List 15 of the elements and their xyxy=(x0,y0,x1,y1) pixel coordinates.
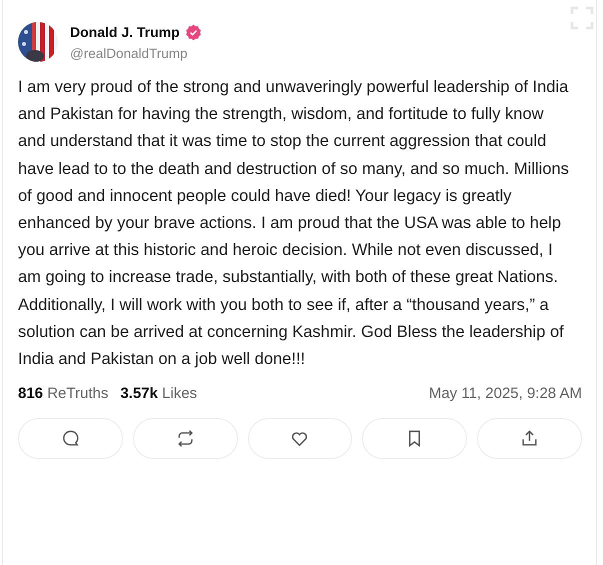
bookmark-button[interactable] xyxy=(362,418,468,460)
expand-icon[interactable] xyxy=(570,6,594,30)
like-button[interactable] xyxy=(248,418,352,460)
repost-button[interactable] xyxy=(132,418,238,460)
repost-icon xyxy=(176,429,195,448)
stat-count[interactable]: 3.57k Likes xyxy=(120,385,198,402)
share-icon xyxy=(520,429,540,448)
reply-button[interactable] xyxy=(18,418,123,460)
post-text: I am very proud of the strong and unwaveringly powerful leadership of India and Pakistan for having the strength, wisdom, and fortitude to fully know and understand that it was time to stop the current aggression that could have lead to to the death and destruction of so many, and so much. Millions of good and innocent people could have died! Your legacy is greatly enhanced by your brave actions. I am proud that the USA was able to help you arrive at this historic and heroic decision. While not even discussed, I am going to increase trade, substantially, with both of these great Nations. Additionally, I will work with you both to see if, after a “thousand years,” a solution can be arrived at concerning Kashmir. God Bless the leadership of India and Pakistan on a job well done!!! xyxy=(18,77,570,370)
speech-bubble-icon xyxy=(60,429,80,448)
author-handle[interactable]: @realDonaldTrump xyxy=(70,46,202,60)
stat-count[interactable]: 816 ReTruths xyxy=(18,385,108,402)
post-timestamp: May 11, 2025, 9:28 AM xyxy=(428,385,582,402)
share-button[interactable] xyxy=(477,418,582,460)
author-name[interactable]: Donald J. Trump xyxy=(70,24,180,40)
